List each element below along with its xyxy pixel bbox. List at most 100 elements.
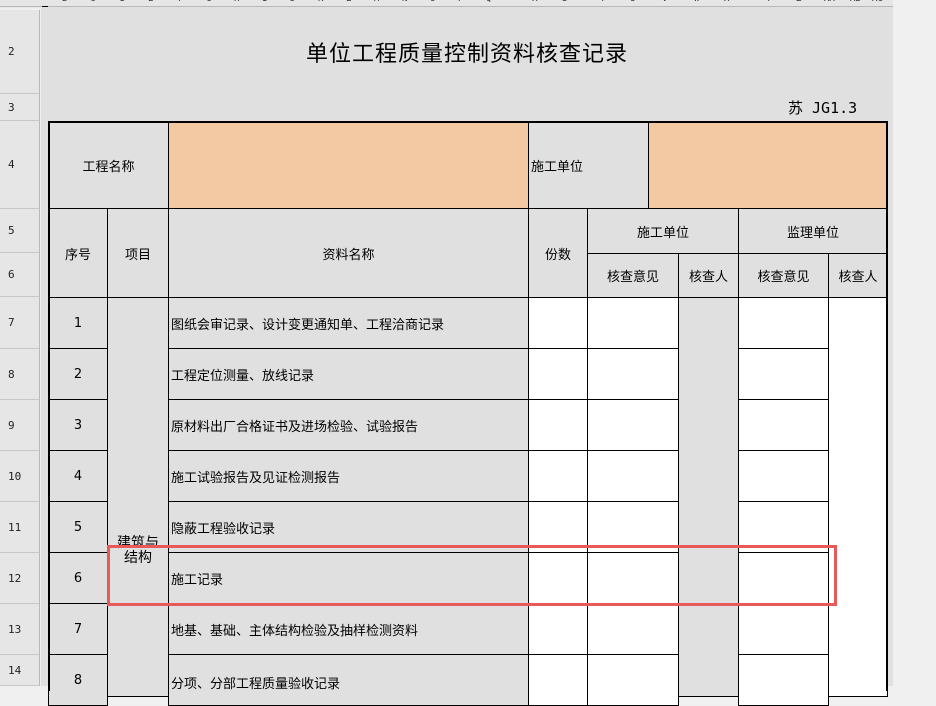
seq-cell[interactable]: 4 [48,450,108,502]
seq-cell[interactable]: 8 [48,654,108,706]
col-header[interactable]: D [120,0,125,4]
col-header[interactable]: AC [872,0,883,4]
col-header[interactable]: V [662,0,667,4]
row-header[interactable]: 13 [0,604,40,655]
doc-name-cell[interactable]: 施工记录 [168,552,529,604]
check-opinion-cell[interactable] [587,450,679,502]
doc-name-cell[interactable]: 施工试验报告及见证检测报告 [168,450,529,502]
col-header[interactable]: J [290,0,295,4]
copies-cell[interactable] [528,603,588,655]
check-opinion-cell[interactable] [587,501,679,553]
header-checker[interactable]: 核查人 [678,253,739,298]
doc-name-cell[interactable]: 地基、基础、主体结构检验及抽样检测资料 [168,603,529,655]
col-header[interactable]: T [600,0,605,4]
supervisor-checker-merged-cell[interactable] [828,297,888,697]
copies-cell[interactable] [528,552,588,604]
col-header[interactable]: AA [824,0,835,4]
copies-cell[interactable] [528,654,588,706]
header-doc-name[interactable]: 资料名称 [168,208,529,298]
col-header[interactable]: S [562,0,567,4]
header-supervisor[interactable]: 监理单位 [738,208,888,254]
seq-cell[interactable]: 3 [48,399,108,451]
col-header[interactable]: O [430,0,435,4]
project-name-input[interactable] [168,121,529,209]
col-header[interactable]: G [206,0,211,4]
col-header[interactable]: K [318,0,323,4]
col-header[interactable]: R [532,0,537,4]
seq-cell[interactable]: 6 [48,552,108,604]
row-header[interactable]: 7 [0,297,40,349]
col-header[interactable]: AB [850,0,861,4]
checker-merged-cell[interactable] [678,297,739,697]
col-header[interactable]: F [178,0,183,4]
supervisor-opinion-cell[interactable] [738,552,829,604]
copies-cell[interactable] [528,399,588,451]
check-opinion-cell[interactable] [587,552,679,604]
check-opinion-cell[interactable] [587,348,679,400]
doc-name-cell[interactable]: 原材料出厂合格证书及进场检验、试验报告 [168,399,529,451]
contractor-input[interactable] [648,121,888,209]
header-check-opinion-supervisor[interactable]: 核查意见 [738,253,829,298]
check-opinion-cell[interactable] [587,654,679,706]
supervisor-opinion-cell[interactable] [738,297,829,349]
header-check-opinion[interactable]: 核查意见 [587,253,679,298]
row-header[interactable]: 3 [0,94,40,121]
supervisor-opinion-cell[interactable] [738,348,829,400]
header-checker-supervisor[interactable]: 核查人 [828,253,888,298]
header-contractor[interactable]: 施工单位 [587,208,739,254]
form-code[interactable]: 苏 JG1.3 [788,94,888,121]
row-header[interactable]: 12 [0,553,40,604]
col-header[interactable]: E [148,0,153,4]
header-seq[interactable]: 序号 [48,208,108,298]
supervisor-opinion-cell[interactable] [738,603,829,655]
col-header[interactable]: M [374,0,379,4]
col-header[interactable]: I [262,0,267,4]
col-header[interactable]: L [346,0,351,4]
row-header[interactable]: 11 [0,502,40,553]
copies-cell[interactable] [528,501,588,553]
column-header-bar[interactable]: B C D E F G H I J K L M N O P Q R S T U … [0,0,893,7]
supervisor-opinion-cell[interactable] [738,501,829,553]
contractor-label[interactable]: 施工单位 [528,121,649,209]
doc-name-cell[interactable]: 工程定位测量、放线记录 [168,348,529,400]
seq-cell[interactable]: 7 [48,603,108,655]
copies-cell[interactable] [528,297,588,349]
page-title[interactable]: 单位工程质量控制资料核查记录 [41,10,893,94]
col-header[interactable]: C [90,0,95,4]
header-copies[interactable]: 份数 [528,208,588,298]
supervisor-opinion-cell[interactable] [738,654,829,706]
col-header[interactable]: Q [486,0,491,4]
col-header[interactable]: X [724,0,729,4]
seq-cell[interactable]: 1 [48,297,108,349]
col-header[interactable]: P [458,0,463,4]
row-header[interactable]: 8 [0,349,40,400]
check-opinion-cell[interactable] [587,399,679,451]
check-opinion-cell[interactable] [587,603,679,655]
doc-name-cell[interactable]: 分项、分部工程质量验收记录 [168,654,529,706]
row-header[interactable]: 9 [0,400,40,451]
row-header[interactable]: 4 [0,121,40,209]
col-header[interactable]: Y [766,0,771,4]
col-header[interactable]: Z [796,0,801,4]
doc-name-cell[interactable]: 图纸会审记录、设计变更通知单、工程洽商记录 [168,297,529,349]
col-header[interactable]: U [630,0,635,4]
category-cell[interactable]: 建筑与结构 [107,297,169,697]
seq-cell[interactable]: 2 [48,348,108,400]
seq-cell[interactable]: 5 [48,501,108,553]
col-header[interactable]: H [234,0,239,4]
doc-name-cell[interactable]: 隐蔽工程验收记录 [168,501,529,553]
row-header[interactable]: 2 [0,10,40,94]
row-header[interactable]: 10 [0,451,40,502]
row-header[interactable]: 5 [0,209,40,253]
col-header[interactable]: W [694,0,699,4]
supervisor-opinion-cell[interactable] [738,450,829,502]
col-header[interactable]: N [402,0,407,4]
check-opinion-cell[interactable] [587,297,679,349]
row-header[interactable]: 6 [0,253,40,297]
header-item[interactable]: 项目 [107,208,169,298]
col-header[interactable]: B [62,0,67,4]
project-name-label[interactable]: 工程名称 [48,121,169,209]
copies-cell[interactable] [528,348,588,400]
row-header[interactable]: 14 [0,655,40,686]
copies-cell[interactable] [528,450,588,502]
